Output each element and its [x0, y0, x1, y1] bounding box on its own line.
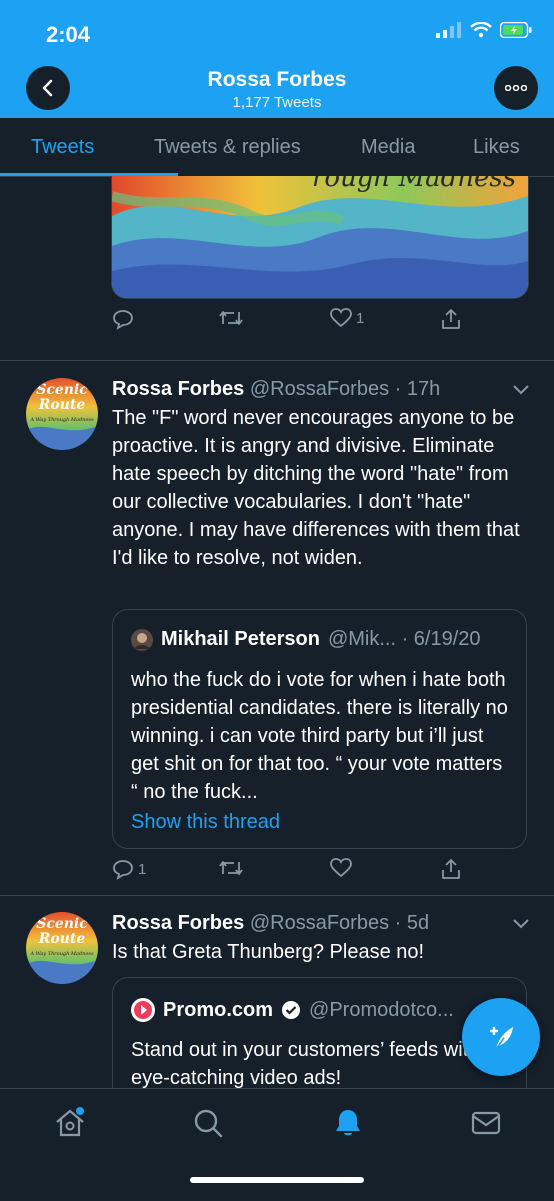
- quoted-tweet[interactable]: Mikhail Peterson @Mik... · 6/19/20 who t…: [112, 609, 527, 849]
- media-caption: rough Madness: [312, 176, 516, 193]
- reply-button[interactable]: 1: [112, 858, 146, 880]
- quoted-tweet-text: Stand out in your customers’ feeds with …: [131, 1039, 480, 1089]
- heart-icon: [330, 308, 352, 328]
- svg-text:Scenic: Scenic: [36, 382, 88, 398]
- tweet-text: Is that Greta Thunberg? Please no!: [112, 941, 425, 963]
- avatar: [131, 628, 153, 651]
- avatar[interactable]: Scenic Route A Way Through Madness: [26, 378, 98, 450]
- profile-tabs: Tweets Tweets & replies Media Likes: [0, 118, 554, 177]
- chevron-down-icon[interactable]: [512, 384, 530, 396]
- promo-logo-icon: [131, 998, 155, 1022]
- show-thread-link[interactable]: Show this thread: [131, 808, 511, 836]
- quoted-tweet-text: who the fuck do i vote for when i hate b…: [131, 669, 508, 803]
- quoted-author-name: Mikhail Peterson: [161, 628, 320, 650]
- svg-text:A Way Through Madness: A Way Through Madness: [29, 417, 94, 423]
- search-icon[interactable]: [192, 1107, 224, 1139]
- verified-badge-icon: [282, 1001, 301, 1019]
- quoted-tweet-header: Promo.com @Promodotco...: [131, 998, 454, 1022]
- mail-icon[interactable]: [470, 1107, 502, 1139]
- tweet-actions: 1: [0, 858, 554, 888]
- ellipsis-icon: [505, 85, 527, 91]
- reply-icon: [113, 310, 133, 330]
- tab-tweets-replies[interactable]: Tweets & replies: [154, 136, 301, 159]
- reply-count: 1: [138, 860, 147, 878]
- tweet-actions: 1: [0, 308, 554, 338]
- tweet-text: The "F" word never encourages anyone to …: [112, 407, 520, 569]
- wifi-icon: [470, 22, 492, 38]
- svg-text:Route: Route: [38, 931, 86, 947]
- status-indicators: [436, 22, 532, 38]
- share-icon: [442, 859, 460, 879]
- avatar[interactable]: Scenic Route A Way Through Madness: [26, 912, 98, 984]
- profile-name: Rossa Forbes: [207, 68, 347, 91]
- more-options-button[interactable]: [494, 66, 538, 110]
- tweet-media-image[interactable]: rough Madness: [111, 176, 529, 299]
- signal-icon: [436, 22, 461, 38]
- share-button[interactable]: [440, 858, 462, 880]
- tab-likes[interactable]: Likes: [473, 136, 520, 159]
- battery-icon: [500, 22, 532, 38]
- status-time: 2:04: [46, 22, 91, 47]
- author-name[interactable]: Rossa Forbes: [112, 912, 244, 934]
- compose-tweet-button[interactable]: [462, 998, 540, 1076]
- tweet-header: Rossa Forbes @RossaForbes · 17h: [112, 378, 440, 401]
- retweet-button[interactable]: [218, 858, 244, 878]
- like-button[interactable]: [330, 858, 352, 878]
- share-button[interactable]: [440, 308, 462, 330]
- quoted-author-handle: @Promodotco...: [309, 998, 454, 1021]
- svg-text:Scenic: Scenic: [36, 916, 88, 932]
- bottom-navigation: [0, 1088, 554, 1201]
- author-name[interactable]: Rossa Forbes: [112, 378, 244, 400]
- quoted-author-handle-time: @Mik... · 6/19/20: [327, 628, 481, 650]
- quoted-author-name: Promo.com: [163, 998, 274, 1021]
- like-button[interactable]: 1: [330, 308, 364, 328]
- svg-text:Route: Route: [38, 397, 86, 413]
- like-count: 1: [356, 309, 365, 327]
- profile-header: 2:04 Rossa Forbes 1,177 Tweets: [0, 0, 554, 118]
- heart-icon: [330, 858, 352, 878]
- reply-icon: [113, 860, 133, 880]
- home-indicator: [190, 1177, 364, 1183]
- svg-text:A Way Through Madness: A Way Through Madness: [29, 951, 94, 957]
- reply-button[interactable]: [112, 308, 138, 330]
- author-handle-time: @RossaForbes · 17h: [249, 378, 441, 400]
- bell-icon[interactable]: [332, 1107, 364, 1139]
- retweet-button[interactable]: [218, 308, 248, 328]
- tab-media[interactable]: Media: [361, 136, 415, 159]
- tab-tweets[interactable]: Tweets: [31, 136, 94, 159]
- book-cover-art: rough Madness: [112, 176, 528, 298]
- divider: [0, 895, 554, 896]
- retweet-icon: [219, 311, 243, 325]
- retweet-icon: [219, 861, 243, 875]
- chevron-down-icon[interactable]: [512, 918, 530, 930]
- home-icon[interactable]: [54, 1107, 86, 1139]
- compose-icon: [489, 1026, 513, 1050]
- tweet-header: Rossa Forbes @RossaForbes · 5d: [112, 912, 429, 935]
- share-icon: [442, 309, 460, 329]
- divider: [0, 360, 554, 361]
- author-handle-time: @RossaForbes · 5d: [249, 912, 430, 934]
- quoted-tweet-header: Mikhail Peterson @Mik... · 6/19/20: [131, 628, 481, 651]
- tweet-count: 1,177 Tweets: [232, 94, 322, 111]
